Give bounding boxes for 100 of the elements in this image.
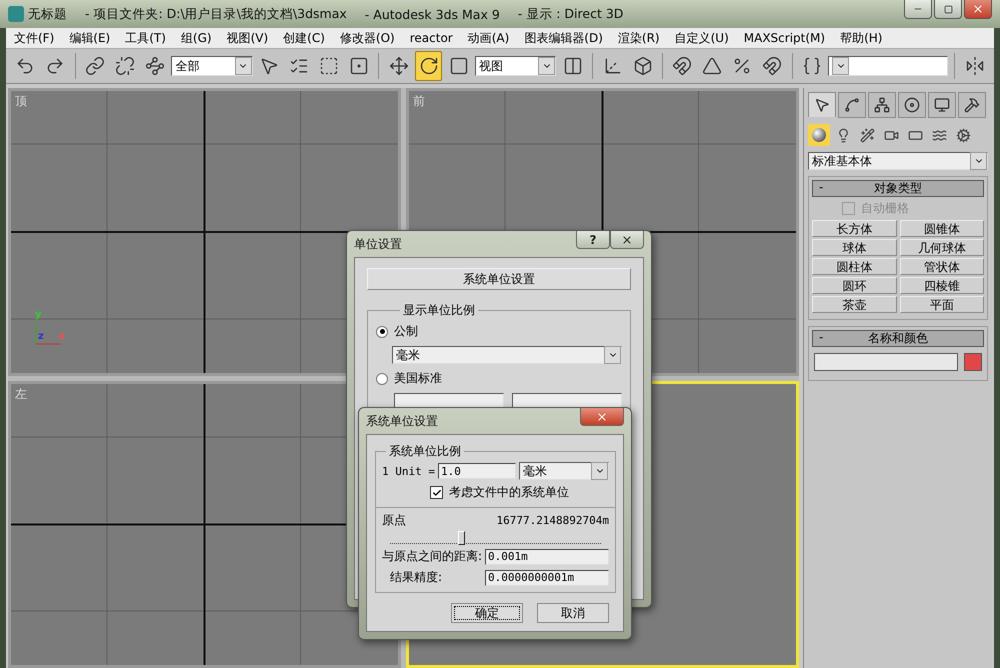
monitor-icon [934, 97, 950, 113]
origin-value: 16777.2148892704m [496, 514, 610, 527]
display-mode: - 显示 : Direct 3D [518, 6, 624, 22]
dotted-square-icon [348, 56, 369, 76]
type-dropdown[interactable]: 标准基本体 [808, 152, 988, 170]
menu-item[interactable]: 视图(V) [226, 30, 268, 46]
primitive-button[interactable]: 圆柱体 [812, 258, 896, 275]
viewport-label: 前 [413, 93, 425, 110]
undo-icon [15, 56, 36, 76]
slider-thumb[interactable] [458, 531, 465, 545]
primitive-button[interactable]: 平面 [900, 296, 984, 313]
panel-tab[interactable] [868, 92, 896, 118]
panel-tab[interactable] [838, 92, 866, 118]
primitive-button[interactable]: 长方体 [812, 220, 896, 237]
dialog-button[interactable]: 确定 [451, 603, 523, 623]
magnet-icon [762, 56, 782, 76]
help-button[interactable]: ? [576, 231, 610, 249]
toolbar-dropdown[interactable]: 视图 [474, 56, 556, 76]
close-button[interactable] [580, 408, 624, 426]
panel-tab[interactable] [958, 92, 986, 118]
panel-tab[interactable] [928, 92, 956, 118]
checkbox-label: 自动栅格 [861, 200, 909, 217]
menu-item[interactable]: reactor [410, 31, 453, 45]
axis-label: y [35, 308, 42, 320]
category-button[interactable] [808, 124, 830, 146]
sphere-icon [812, 128, 826, 142]
move-icon [388, 56, 409, 76]
menu-item[interactable]: 渲染(R) [618, 30, 660, 46]
link-icon [85, 56, 106, 76]
columns-icon [562, 56, 583, 76]
toolbar-button[interactable] [415, 51, 442, 81]
pointer-icon [814, 97, 830, 113]
name-input[interactable] [814, 353, 958, 371]
minimize-button[interactable] [904, 0, 932, 19]
dialog-title: 单位设置 [354, 236, 402, 252]
toolbar-dropdown[interactable] [828, 56, 948, 76]
panel-tab[interactable] [808, 92, 836, 117]
menu-item[interactable]: 创建(C) [283, 30, 325, 46]
primitive-button[interactable]: 球体 [812, 239, 896, 256]
maximize-icon [944, 4, 952, 14]
menu-item[interactable]: 文件(F) [14, 30, 54, 46]
axis-label: z [38, 330, 44, 342]
hierarchy-icon [874, 97, 890, 113]
project-folder: - 项目文件夹: D:\用户目录\我的文档\3dsmax [85, 6, 347, 22]
unit-dropdown[interactable]: 毫米 [392, 346, 622, 364]
maximize-button[interactable] [934, 0, 962, 19]
mirror-icon [964, 56, 985, 76]
menu-item[interactable]: 组(G) [180, 30, 212, 46]
menu-item[interactable]: MAXScript(M) [744, 31, 826, 45]
primitive-button[interactable]: 四棱锥 [900, 277, 984, 294]
primitive-button[interactable]: 圆锥体 [900, 220, 984, 237]
primitive-button[interactable]: 几何球体 [900, 239, 984, 256]
panel-tab[interactable] [898, 92, 926, 118]
precision-field[interactable]: 0.0000000001m [485, 570, 610, 586]
menu-item[interactable]: 工具(T) [125, 30, 166, 46]
checkbox[interactable] [430, 486, 443, 499]
percent-icon [732, 56, 752, 76]
menu-item[interactable]: 自定义(U) [674, 30, 729, 46]
close-icon [596, 410, 608, 422]
rollout-header[interactable]: - 名称和颜色 [812, 330, 984, 347]
box-icon [632, 56, 653, 76]
waypoints-icon [144, 56, 165, 76]
unit-dropdown[interactable]: 毫米 [518, 462, 610, 480]
app-name: - Autodesk 3ds Max 9 [364, 6, 500, 22]
cog-icon [956, 128, 970, 142]
system-units-button[interactable]: 系统单位设置 [367, 268, 631, 290]
color-swatch[interactable] [964, 353, 982, 371]
curve-icon [844, 97, 860, 113]
primitive-button[interactable]: 茶壶 [812, 296, 896, 313]
radio-button[interactable] [376, 372, 388, 384]
dashed-square-icon [319, 56, 340, 76]
primitive-button[interactable]: 管状体 [900, 258, 984, 275]
dialog-button[interactable]: 取消 [537, 603, 609, 623]
waves-icon [932, 128, 946, 142]
primitive-button[interactable]: 圆环 [812, 277, 896, 294]
check-icon [432, 488, 442, 498]
close-button[interactable] [964, 0, 992, 19]
menu-item[interactable]: 帮助(H) [840, 30, 882, 46]
menu-item[interactable]: 修改器(O) [340, 30, 395, 46]
origin-slider[interactable] [390, 533, 602, 544]
menu-item[interactable]: 编辑(E) [69, 30, 110, 46]
close-button[interactable] [610, 231, 644, 249]
viewport-label: 顶 [15, 93, 27, 110]
menu-item[interactable]: 图表编辑器(D) [524, 30, 603, 46]
close-icon [621, 234, 633, 246]
square-icon [448, 56, 468, 76]
menu-item[interactable]: 动画(A) [468, 30, 510, 46]
rollout-header[interactable]: - 对象类型 [812, 180, 984, 197]
checkbox-label: 考虑文件中的系统单位 [449, 484, 569, 501]
unit-input[interactable]: 1.0 [438, 463, 516, 479]
pointer-icon [259, 56, 280, 76]
wand-icon [860, 128, 874, 142]
radio-button[interactable] [376, 326, 388, 338]
distance-field[interactable]: 0.001m [485, 548, 610, 564]
toolbar-dropdown[interactable]: 全部 [171, 56, 253, 76]
hammer-icon [964, 97, 980, 113]
window-title: 无标题 [28, 6, 67, 22]
triangle-icon [702, 56, 722, 76]
viewport-label: 左 [15, 386, 27, 402]
axis-label: x [59, 330, 66, 342]
